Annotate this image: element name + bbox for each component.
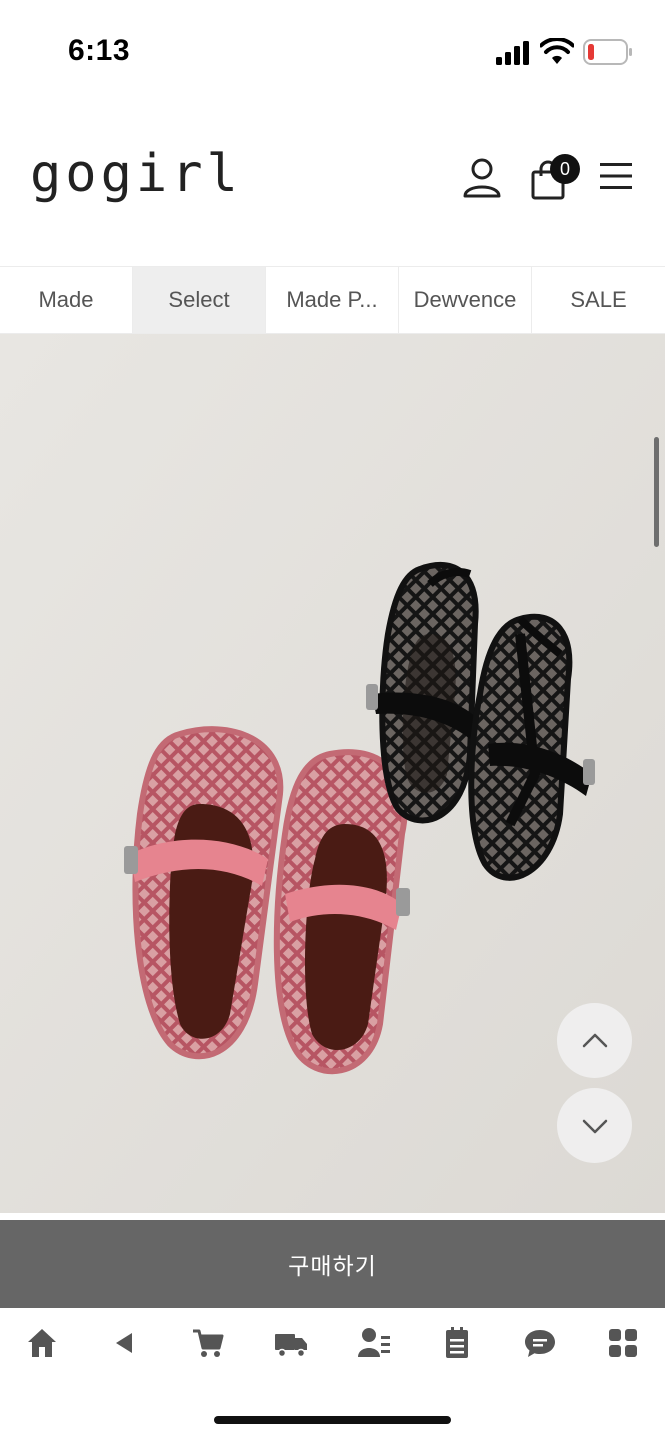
scroll-up-button[interactable] [557,1003,632,1078]
chevron-down-icon [582,1119,607,1133]
order-list-icon[interactable] [440,1326,474,1360]
cart-count-badge: 0 [550,154,580,184]
buy-button[interactable]: 구매하기 [0,1220,665,1308]
home-icon[interactable] [25,1326,59,1360]
scroll-down-button[interactable] [557,1088,632,1163]
cart-icon[interactable] [191,1326,225,1360]
grid-menu-icon[interactable] [606,1326,640,1360]
menu-icon[interactable] [598,160,634,192]
product-image[interactable] [0,334,665,1213]
tab-dewvence[interactable]: Dewvence [399,267,532,333]
status-time: 6:13 [68,34,131,67]
status-bar: 6:13 [0,0,665,100]
category-tabs: Made Select Made P... Dewvence SALE [0,266,665,334]
tab-sale[interactable]: SALE [532,267,665,333]
tab-made[interactable]: Made [0,267,133,333]
wifi-icon [540,38,574,64]
chevron-up-icon [582,1033,607,1047]
home-indicator[interactable] [214,1416,451,1424]
site-header: gogirl 0 [0,100,665,266]
signal-icon [496,41,529,65]
back-icon[interactable] [108,1326,142,1360]
site-logo[interactable]: gogirl [30,144,242,204]
delivery-truck-icon[interactable] [274,1326,308,1360]
battery-icon [583,39,632,65]
user-icon[interactable] [460,156,504,200]
shopping-bag-button[interactable]: 0 [526,154,586,204]
page-scrollbar[interactable] [654,437,659,547]
chat-icon[interactable] [523,1326,557,1360]
tab-select[interactable]: Select [133,267,266,333]
bottom-toolbar [0,1308,665,1380]
tab-made-p[interactable]: Made P... [266,267,399,333]
member-icon[interactable] [357,1326,391,1360]
